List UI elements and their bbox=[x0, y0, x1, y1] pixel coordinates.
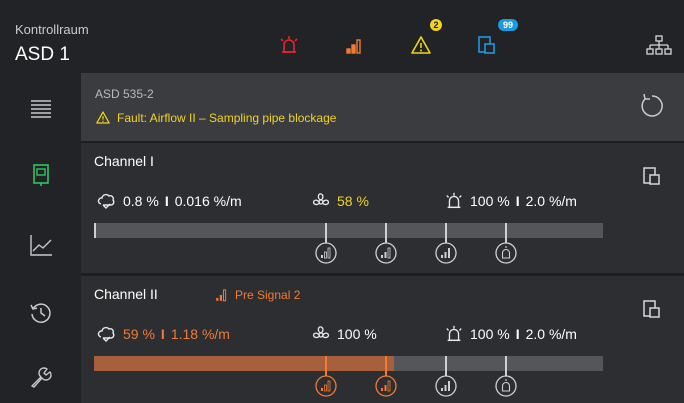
wrench-icon bbox=[30, 367, 52, 388]
fault-message-text: Fault: Airflow II – Sampling pipe blocka… bbox=[117, 110, 337, 125]
threshold-tick bbox=[445, 356, 447, 376]
smoke-rate: 1.18 %/m bbox=[170, 326, 230, 342]
pre-signal-text: Pre Signal 2 bbox=[235, 288, 301, 302]
alarm-level-value: 100 % bbox=[470, 326, 510, 342]
pre-signal-2-icon bbox=[375, 242, 397, 264]
smoke-value: 59 % bbox=[123, 326, 155, 342]
sidebar-item-service[interactable] bbox=[0, 347, 81, 403]
pre-signal-icon[interactable] bbox=[344, 34, 366, 56]
channel-panel-1: Channel I 0.8 % I 0.016 %/m 58 % 100 % I… bbox=[81, 143, 684, 273]
pre-signal-2-icon bbox=[375, 375, 397, 397]
value-separator: I bbox=[164, 193, 169, 209]
fault-message: Fault: Airflow II – Sampling pipe blocka… bbox=[95, 110, 336, 125]
smoke-value: 0.8 % bbox=[123, 193, 159, 209]
alarm-icon bbox=[446, 192, 462, 209]
smoke-level-fill bbox=[94, 356, 395, 371]
threshold-tick bbox=[445, 223, 447, 243]
value-separator: I bbox=[515, 326, 520, 342]
sidebar-item-history[interactable] bbox=[0, 283, 81, 343]
fault-device: ASD 535-2 bbox=[95, 87, 154, 101]
detector-icon bbox=[32, 164, 49, 186]
alarm-icon bbox=[495, 242, 517, 264]
channel-title: Channel I bbox=[94, 153, 154, 169]
channel-panel-2: Channel II Pre Signal 2 59 % I 1.18 %/m … bbox=[81, 276, 684, 403]
alarm-rate-value: 2.0 %/m bbox=[525, 193, 577, 209]
sidebar-item-menu[interactable] bbox=[0, 78, 81, 138]
alarm-level-value: 100 % bbox=[470, 193, 510, 209]
history-icon bbox=[29, 303, 51, 323]
smoke-level: 0.8 % I 0.016 %/m bbox=[97, 191, 242, 211]
pre-signal-1-icon bbox=[315, 375, 337, 397]
alarm-threshold: 100 % I 2.0 %/m bbox=[444, 191, 577, 211]
fault-banner: ASD 535-2 Fault: Airflow II – Sampling p… bbox=[81, 73, 684, 141]
airflow-value: 100 % bbox=[337, 326, 377, 342]
smoke-level: 59 % I 1.18 %/m bbox=[97, 324, 230, 344]
smoke-icon bbox=[97, 193, 115, 209]
smoke-level-bar bbox=[94, 356, 603, 371]
info-icon[interactable] bbox=[476, 34, 498, 56]
value-separator: I bbox=[160, 326, 165, 342]
threshold-tick bbox=[505, 223, 507, 243]
pre-signal-1-icon bbox=[315, 242, 337, 264]
pre-signal-icon bbox=[216, 289, 227, 302]
fault-icon bbox=[96, 111, 110, 124]
channel-title: Channel II bbox=[94, 286, 158, 302]
threshold-tick bbox=[385, 356, 387, 376]
alarm-icon bbox=[495, 375, 517, 397]
info-count-badge: 99 bbox=[498, 19, 518, 31]
smoke-rate: 0.016 %/m bbox=[174, 193, 242, 209]
airflow-value: 58 % bbox=[337, 193, 369, 209]
sidebar-item-chart[interactable] bbox=[0, 215, 81, 275]
pre-signal-3-icon bbox=[435, 242, 457, 264]
list-icon bbox=[30, 100, 51, 118]
threshold-tick bbox=[325, 223, 327, 243]
sidebar bbox=[0, 73, 81, 403]
alarm-icon[interactable] bbox=[278, 34, 300, 56]
pre-signal-status: Pre Signal 2 bbox=[214, 287, 300, 303]
bar-start-tick bbox=[94, 223, 96, 238]
alarm-rate-value: 2.0 %/m bbox=[525, 326, 577, 342]
info-icon[interactable] bbox=[641, 298, 663, 320]
airflow-level: 100 % bbox=[311, 324, 377, 344]
header-bar: Kontrollraum ASD 1 2 99 bbox=[0, 0, 684, 73]
chart-icon bbox=[29, 235, 52, 256]
threshold-tick bbox=[505, 356, 507, 376]
alarm-threshold: 100 % I 2.0 %/m bbox=[444, 324, 577, 344]
network-icon[interactable] bbox=[646, 34, 672, 58]
threshold-tick bbox=[325, 356, 327, 376]
pre-signal-3-icon bbox=[435, 375, 457, 397]
device-name: ASD 1 bbox=[15, 44, 70, 65]
fault-count-badge: 2 bbox=[430, 19, 442, 31]
alarm-icon bbox=[446, 325, 462, 342]
threshold-tick bbox=[385, 223, 387, 243]
info-icon[interactable] bbox=[641, 165, 663, 187]
smoke-icon bbox=[97, 326, 115, 342]
airflow-level: 58 % bbox=[311, 191, 369, 211]
reset-icon[interactable] bbox=[636, 91, 666, 121]
value-separator: I bbox=[515, 193, 520, 209]
sidebar-item-device[interactable] bbox=[0, 145, 81, 205]
fault-icon[interactable] bbox=[410, 34, 432, 56]
fan-icon bbox=[312, 193, 330, 206]
smoke-level-bar bbox=[94, 223, 603, 238]
location-name: Kontrollraum bbox=[15, 22, 89, 37]
fan-icon bbox=[312, 326, 330, 339]
